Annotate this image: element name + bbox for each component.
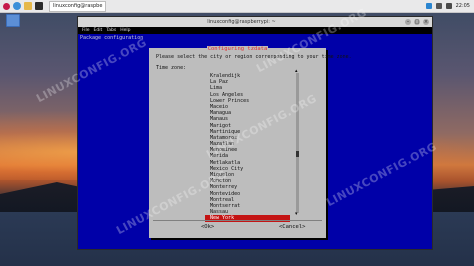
minimize-icon[interactable]: –	[405, 19, 411, 25]
volume-icon[interactable]	[445, 3, 452, 9]
browser-icon[interactable]	[13, 2, 21, 10]
menu-edit[interactable]: Edit	[94, 28, 103, 33]
dialog-divider	[153, 220, 322, 221]
taskbar-window-button[interactable]: linuxconfig@raspbe	[49, 0, 107, 12]
file-manager-icon[interactable]	[24, 2, 32, 10]
taskbar: linuxconfig@raspbe 22:05	[0, 0, 474, 13]
terminal-titlebar[interactable]: linuxconfig@raspberrypi: ~ – □ ×	[78, 17, 432, 27]
terminal-menubar: File Edit Tabs Help	[78, 27, 432, 34]
clock[interactable]: 22:05	[456, 3, 470, 9]
system-tray: 22:05	[425, 3, 474, 9]
trash-icon	[6, 14, 20, 27]
terminal-icon[interactable]	[35, 2, 43, 10]
raspberry-menu-icon[interactable]	[3, 2, 10, 10]
wastebasket-desktop-icon[interactable]	[6, 14, 20, 27]
wifi-icon[interactable]	[435, 3, 442, 9]
list-scrollbar[interactable]: ▴ ▾	[295, 68, 299, 217]
menu-file[interactable]: File	[82, 28, 90, 33]
taskbar-window-label: linuxconfig@raspbe	[53, 3, 103, 9]
menu-tabs[interactable]: Tabs	[106, 28, 116, 33]
cancel-button[interactable]: <Cancel>	[279, 224, 306, 230]
menu-help[interactable]: Help	[120, 28, 130, 33]
maximize-icon[interactable]: □	[414, 19, 420, 25]
close-icon[interactable]: ×	[423, 19, 429, 25]
scroll-down-icon[interactable]: ▾	[295, 211, 298, 217]
ok-button[interactable]: <Ok>	[201, 224, 214, 230]
dialog-prompt: Please select the city or region corresp…	[156, 54, 352, 60]
time-zone-label: Time zone:	[156, 65, 187, 71]
bluetooth-icon[interactable]	[425, 3, 432, 9]
scroll-up-icon[interactable]: ▴	[295, 68, 298, 74]
scrollbar-thumb[interactable]	[296, 151, 299, 157]
